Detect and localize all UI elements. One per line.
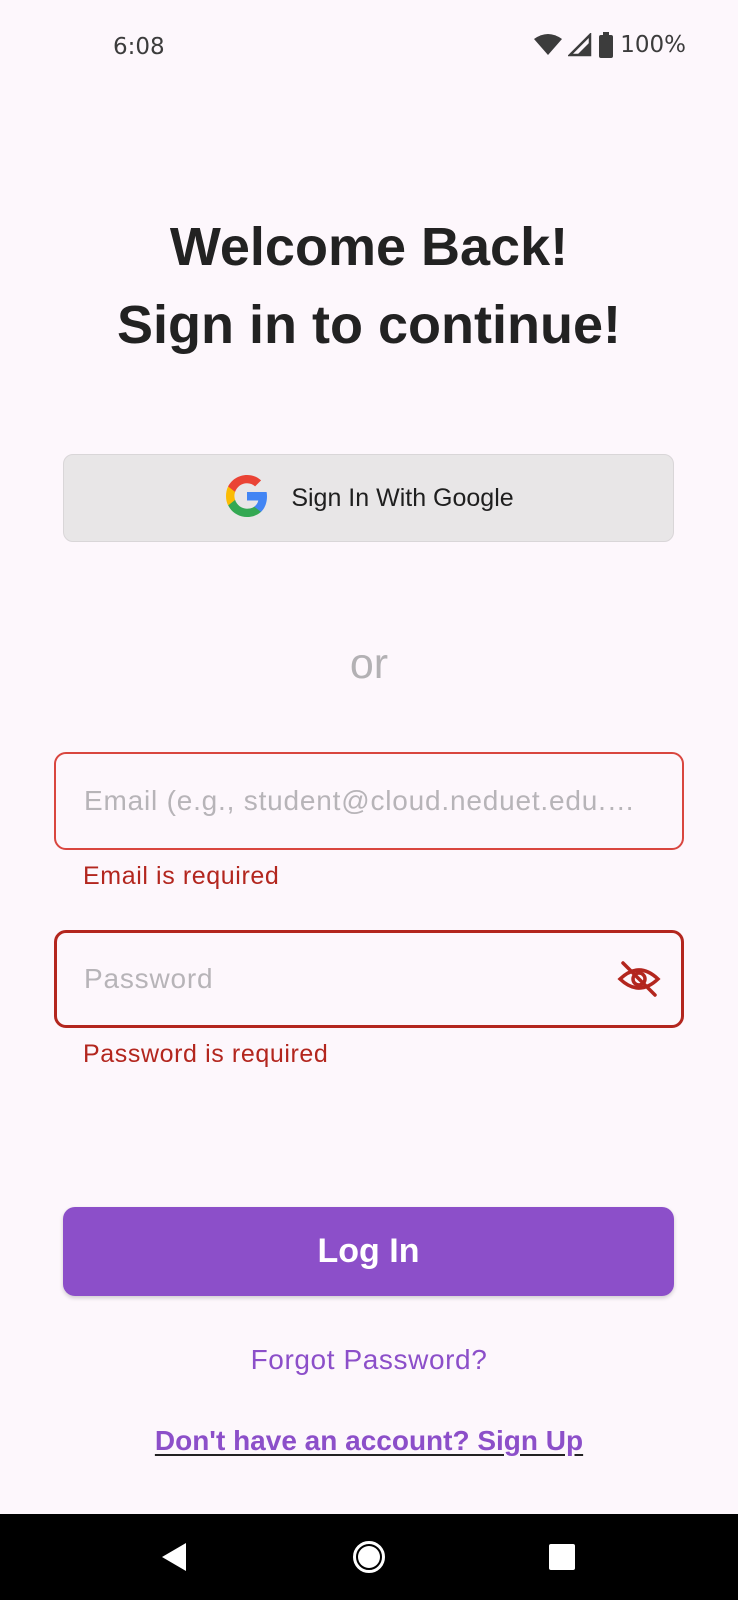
google-icon (223, 472, 271, 525)
battery-percent: 100% (620, 32, 686, 58)
battery-icon (598, 32, 614, 58)
recents-icon[interactable] (517, 1514, 607, 1600)
status-icons: 100% (534, 32, 686, 58)
email-placeholder: Email (e.g., student@cloud.neduet.edu.pk… (84, 785, 644, 816)
login-button[interactable]: Log In (63, 1207, 674, 1296)
back-icon[interactable] (129, 1514, 219, 1600)
login-label: Log In (317, 1232, 420, 1270)
email-error: Email is required (83, 862, 280, 890)
navigation-bar (0, 1514, 738, 1600)
eye-off-icon[interactable] (617, 959, 661, 999)
google-sign-in-label: Sign In With Google (291, 483, 514, 512)
password-placeholder: Password (84, 963, 214, 994)
forgot-password-link[interactable]: Forgot Password? (0, 1344, 738, 1376)
password-error: Password is required (83, 1040, 329, 1068)
or-divider: or (349, 640, 389, 688)
wifi-icon (534, 33, 563, 57)
status-time: 6:08 (113, 34, 165, 60)
signal-icon (568, 33, 592, 57)
sign-up-label: Don't have an account? Sign Up (154, 1425, 584, 1456)
welcome-title: Welcome Back! (169, 217, 569, 277)
password-field[interactable]: Password (54, 930, 684, 1028)
email-field[interactable]: Email (e.g., student@cloud.neduet.edu.pk… (54, 752, 684, 850)
google-sign-in-button[interactable]: Sign In With Google (63, 454, 674, 542)
sign-up-link[interactable]: Don't have an account? Sign Up (0, 1425, 738, 1457)
status-bar: 6:08 100% (0, 0, 738, 96)
home-icon[interactable] (324, 1514, 414, 1600)
sign-in-subtitle: Sign in to continue! (117, 295, 621, 355)
